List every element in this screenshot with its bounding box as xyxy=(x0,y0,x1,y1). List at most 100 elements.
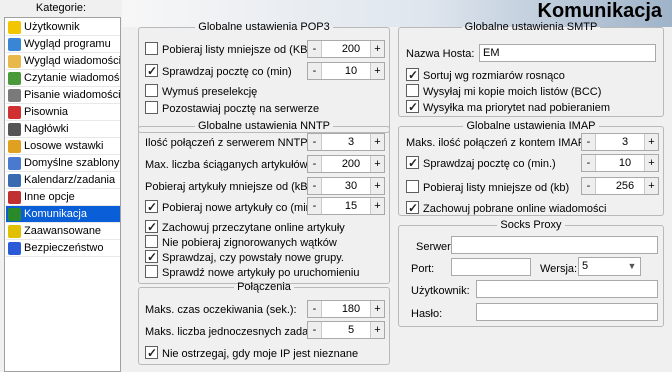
increment-button[interactable]: + xyxy=(370,156,384,172)
sidebar-item[interactable]: Nagłówki xyxy=(6,121,120,138)
smtp-host-input[interactable]: EM xyxy=(479,44,656,62)
increment-button[interactable]: + xyxy=(370,134,384,150)
pop3-fetch-smaller-checkbox[interactable]: Pobieraj listy mniejsze od (KB) xyxy=(145,41,311,59)
imap-check-mail-stepper[interactable]: - 10 + xyxy=(581,154,659,172)
increment-button[interactable]: + xyxy=(370,178,384,194)
checkbox-box[interactable] xyxy=(145,235,158,248)
nntp-connections-stepper[interactable]: - 3 + xyxy=(307,133,385,151)
checkbox-box[interactable] xyxy=(145,101,158,114)
sidebar-item[interactable]: Wygląd programu xyxy=(6,36,120,53)
category-list[interactable]: Użytkownik Wygląd programu Wygląd wiadomoś… xyxy=(4,17,121,372)
timeout-stepper[interactable]: - 180 + xyxy=(307,300,385,318)
stepper-value[interactable]: 10 xyxy=(322,63,370,79)
pop3-fetch-smaller-stepper[interactable]: - 200 + xyxy=(307,40,385,58)
decrement-button[interactable]: - xyxy=(582,134,596,150)
pop3-check-mail-checkbox[interactable]: Sprawdzaj pocztę co (min) xyxy=(145,62,292,81)
imap-connections-stepper[interactable]: - 3 + xyxy=(581,133,659,151)
nntp-max-articles-stepper[interactable]: - 200 + xyxy=(307,155,385,173)
socks-user-input[interactable] xyxy=(476,280,658,298)
stepper-value[interactable]: 200 xyxy=(322,156,370,172)
increment-button[interactable]: + xyxy=(644,155,658,171)
decrement-button[interactable]: - xyxy=(308,322,322,338)
increment-button[interactable]: + xyxy=(370,198,384,214)
sidebar-item[interactable]: Pisownia xyxy=(6,104,120,121)
stepper-value[interactable]: 30 xyxy=(322,178,370,194)
socks-server-input[interactable] xyxy=(451,236,658,254)
pop3-leave-on-server-checkbox[interactable]: Pozostawiaj pocztę na serwerze xyxy=(145,100,319,118)
nntp-group-title: Globalne ustawienia NNTP xyxy=(197,120,331,132)
sidebar-item[interactable]: Kalendarz/zadania xyxy=(6,172,120,189)
pop3-force-preselect-checkbox[interactable]: Wymuś preselekcję xyxy=(145,83,257,101)
increment-button[interactable]: + xyxy=(370,41,384,57)
imap-fetch-smaller-stepper[interactable]: - 256 + xyxy=(581,177,659,195)
socks-password-label: Hasło: xyxy=(411,308,443,320)
checkbox-box[interactable] xyxy=(406,84,419,97)
nntp-check-new-on-start-checkbox[interactable]: Sprawdź nowe artykuły po uruchomieniu xyxy=(145,264,360,282)
chevron-down-icon[interactable]: ▼ xyxy=(624,258,640,275)
stepper-value[interactable]: 200 xyxy=(322,41,370,57)
stepper-value[interactable]: 15 xyxy=(322,198,370,214)
checkbox-box[interactable] xyxy=(145,42,158,55)
checkbox-box[interactable] xyxy=(145,344,158,362)
checkbox-box[interactable] xyxy=(145,198,158,216)
decrement-button[interactable]: - xyxy=(582,178,596,194)
sidebar-item[interactable]: Czytanie wiadomości xyxy=(6,70,120,87)
sidebar-item[interactable]: Użytkownik xyxy=(6,19,120,36)
sidebar-item[interactable]: Zaawansowane xyxy=(6,223,120,240)
increment-button[interactable]: + xyxy=(370,63,384,79)
calendar-icon xyxy=(8,174,21,187)
checkbox-box[interactable] xyxy=(406,199,419,217)
checkbox-box[interactable] xyxy=(406,98,419,116)
imap-check-mail-checkbox[interactable]: Sprawdzaj pocztę co (min.) xyxy=(406,154,556,173)
increment-button[interactable]: + xyxy=(370,322,384,338)
increment-button[interactable]: + xyxy=(644,178,658,194)
imap-save-fetched-checkbox[interactable]: Zachowuj pobrane online wiadomości xyxy=(406,199,606,218)
decrement-button[interactable]: - xyxy=(308,134,322,150)
nntp-max-articles-label: Max. liczba ściąganych artykułów: xyxy=(145,159,311,171)
sidebar-item[interactable]: Losowe wstawki xyxy=(6,138,120,155)
nntp-fetch-new-checkbox[interactable]: Pobieraj nowe artykuły co (min.) xyxy=(145,198,319,217)
simultaneous-stepper[interactable]: - 5 + xyxy=(307,321,385,339)
checkbox-box[interactable] xyxy=(406,180,419,193)
stepper-value[interactable]: 5 xyxy=(322,322,370,338)
stepper-value[interactable]: 180 xyxy=(322,301,370,317)
decrement-button[interactable]: - xyxy=(308,198,322,214)
sidebar-item[interactable]: Domyślne szablony xyxy=(6,155,120,172)
nntp-fetch-smaller-stepper[interactable]: - 30 + xyxy=(307,177,385,195)
sidebar-item[interactable]: Pisanie wiadomości xyxy=(6,87,120,104)
checkbox-box[interactable] xyxy=(406,154,419,172)
decrement-button[interactable]: - xyxy=(308,178,322,194)
decrement-button[interactable]: - xyxy=(308,156,322,172)
socks-port-input[interactable] xyxy=(451,258,531,276)
decrement-button[interactable]: - xyxy=(308,301,322,317)
stepper-value[interactable]: 256 xyxy=(596,178,644,194)
sidebar-item[interactable]: Inne opcje xyxy=(6,189,120,206)
imap-fetch-smaller-checkbox[interactable]: Pobieraj listy mniejsze od (kb) xyxy=(406,179,569,197)
nntp-fetch-new-stepper[interactable]: - 15 + xyxy=(307,197,385,215)
socks-version-select[interactable]: 5 ▼ xyxy=(578,257,641,276)
checkbox-box[interactable] xyxy=(145,265,158,278)
decrement-button[interactable]: - xyxy=(582,155,596,171)
smtp-send-priority-checkbox[interactable]: Wysyłka ma priorytet nad pobieraniem xyxy=(406,98,610,117)
decrement-button[interactable]: - xyxy=(308,63,322,79)
stepper-value[interactable]: 3 xyxy=(322,134,370,150)
checkbox-box[interactable] xyxy=(145,62,158,80)
increment-button[interactable]: + xyxy=(370,301,384,317)
checkbox-box[interactable] xyxy=(145,84,158,97)
categories-label: Kategorie: xyxy=(35,2,87,14)
sidebar-item[interactable]: Wygląd wiadomości xyxy=(6,53,120,70)
sidebar-item[interactable]: Bezpieczeństwo xyxy=(6,240,120,257)
checkbox-box[interactable] xyxy=(145,218,158,236)
checkbox-box[interactable] xyxy=(145,248,158,266)
stepper-value[interactable]: 10 xyxy=(596,155,644,171)
decrement-button[interactable]: - xyxy=(308,41,322,57)
stepper-value[interactable]: 3 xyxy=(596,134,644,150)
pop3-check-mail-stepper[interactable]: - 10 + xyxy=(307,62,385,80)
socks-server-label: Serwer: xyxy=(416,241,454,253)
sidebar-item[interactable]: Komunikacja xyxy=(6,206,120,223)
socks-password-input[interactable] xyxy=(476,303,658,321)
increment-button[interactable]: + xyxy=(644,134,658,150)
sidebar-item-label: Pisanie wiadomości xyxy=(24,89,120,101)
no-warn-ip-checkbox[interactable]: Nie ostrzegaj, gdy moje IP jest nieznane xyxy=(145,344,358,363)
checkbox-box[interactable] xyxy=(406,66,419,84)
